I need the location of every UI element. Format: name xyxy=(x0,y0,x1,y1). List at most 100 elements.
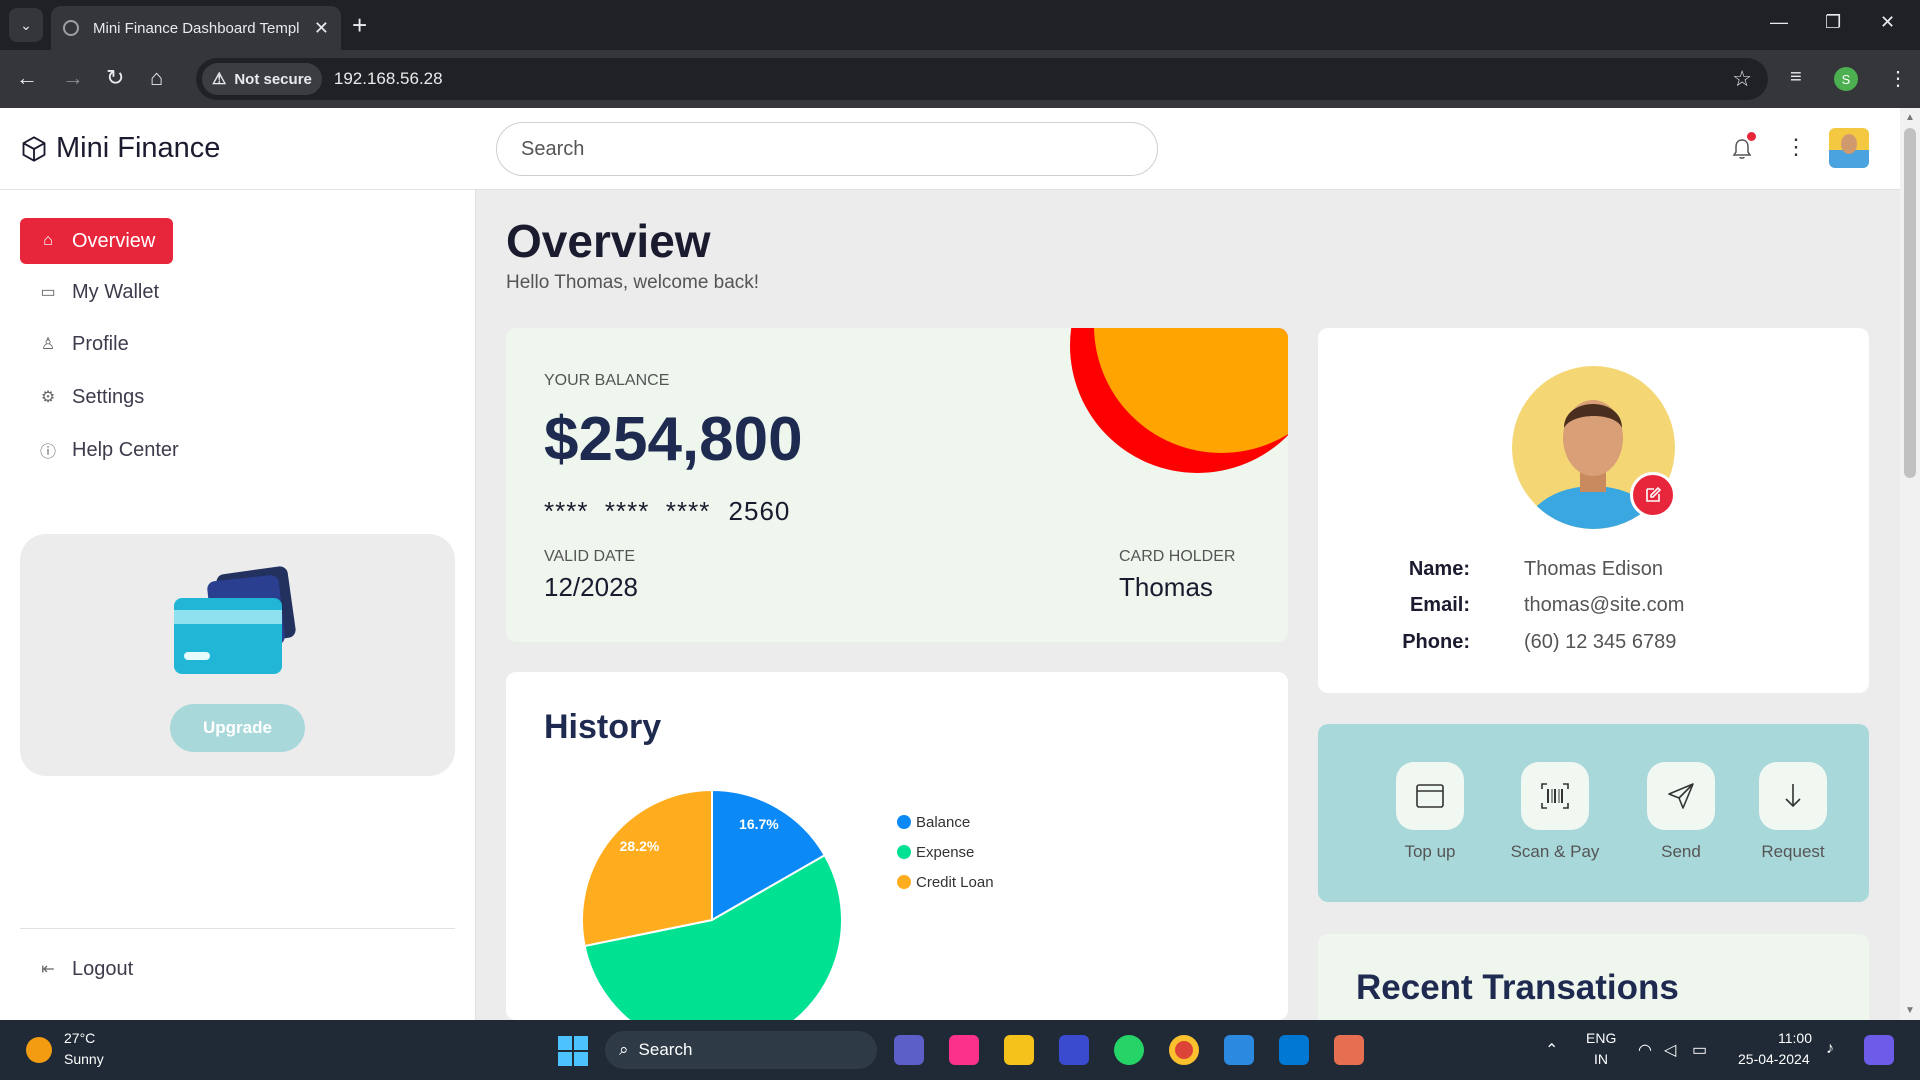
edit-profile-photo-button[interactable] xyxy=(1630,472,1676,518)
profile-card: Name: Thomas Edison Email: thomas@site.c… xyxy=(1318,328,1869,693)
browser-toolbar: ← → ↻ ⌂ ⚠ Not secure 192.168.56.28 ☆ ≡ S… xyxy=(0,50,1920,108)
legend-marker xyxy=(897,815,911,829)
sidebar-item-label: Settings xyxy=(72,385,145,408)
profile-phone-key: Phone: xyxy=(1402,631,1470,653)
security-label: Not secure xyxy=(234,70,312,88)
logout-icon: ⇤ xyxy=(41,961,55,978)
app-logo[interactable]: Mini Finance xyxy=(20,132,220,165)
windows-start-icon[interactable] xyxy=(558,1036,588,1066)
volume-icon[interactable]: ◁ xyxy=(1664,1040,1676,1060)
recent-transactions-title: Recent Transations xyxy=(1356,968,1679,1007)
mathtype-app-icon[interactable] xyxy=(1059,1035,1089,1065)
card-holder-label: CARD HOLDER xyxy=(1119,548,1236,565)
user-avatar[interactable] xyxy=(1829,128,1869,168)
restore-button[interactable]: ❐ xyxy=(1825,12,1841,33)
weather-condition: Sunny xyxy=(64,1051,104,1067)
intellij-app-icon[interactable] xyxy=(949,1035,979,1065)
url-text[interactable]: 192.168.56.28 xyxy=(334,69,443,89)
warning-icon: ⚠ xyxy=(212,71,227,88)
sidebar-item-label: Profile xyxy=(72,332,129,355)
wallet-icon: ▭ xyxy=(40,284,56,301)
reload-icon[interactable]: ↻ xyxy=(106,66,124,90)
file-explorer-icon[interactable] xyxy=(1004,1035,1034,1065)
minimize-button[interactable]: — xyxy=(1770,12,1788,33)
top-up-button[interactable] xyxy=(1396,762,1464,830)
page-scrollbar[interactable]: ▲ ▼ xyxy=(1900,108,1920,1020)
clock-time[interactable]: 11:00 xyxy=(1778,1030,1812,1046)
home-icon[interactable]: ⌂ xyxy=(150,66,163,90)
pie-data-label: 28.2% xyxy=(620,838,660,854)
sidebar-item-settings[interactable]: ⚙ Settings xyxy=(20,374,162,420)
browser-profile-avatar[interactable]: S xyxy=(1834,67,1858,91)
profile-email-value: thomas@site.com xyxy=(1524,594,1685,616)
site-info-button[interactable]: ⚠ Not secure xyxy=(202,63,322,95)
recent-transactions-card: Recent Transations xyxy=(1318,934,1869,1034)
card-icon xyxy=(1416,784,1444,808)
chevron-up-icon[interactable]: ⌃ xyxy=(1545,1040,1558,1060)
address-bar[interactable]: ⚠ Not secure 192.168.56.28 ☆ xyxy=(196,58,1768,100)
scan-pay-button[interactable] xyxy=(1521,762,1589,830)
bookmark-star-icon[interactable]: ☆ xyxy=(1732,66,1752,92)
quick-actions-card: Top up Scan & Pay Send Request xyxy=(1318,724,1869,902)
valid-date-value: 12/2028 xyxy=(544,572,638,602)
upgrade-button[interactable]: Upgrade xyxy=(170,704,305,752)
close-tab-icon[interactable]: ✕ xyxy=(314,18,329,39)
request-button[interactable] xyxy=(1759,762,1827,830)
language-line1[interactable]: ENG xyxy=(1586,1030,1616,1046)
card-last4: 2560 xyxy=(728,496,791,526)
taskbar-search[interactable]: ⌕ Search xyxy=(605,1031,877,1069)
notification-bell-icon[interactable] xyxy=(1732,132,1756,165)
vscode-icon[interactable] xyxy=(1279,1035,1309,1065)
action-send[interactable]: Send xyxy=(1626,762,1736,862)
pie-slice-credit-loan xyxy=(581,788,713,948)
sidebar-item-overview[interactable]: ⌂ Overview xyxy=(20,218,174,264)
logout-button[interactable]: ⇤ Logout xyxy=(20,946,151,992)
send-button[interactable] xyxy=(1647,762,1715,830)
close-window-button[interactable]: ✕ xyxy=(1880,12,1895,33)
scroll-up-icon[interactable]: ▲ xyxy=(1905,112,1915,123)
legend-label[interactable]: Balance xyxy=(916,814,970,831)
valid-date-label: VALID DATE xyxy=(544,548,635,565)
legend-label[interactable]: Credit Loan xyxy=(916,874,994,891)
notifications-bell-icon[interactable]: ♪ xyxy=(1826,1040,1834,1058)
tab-search-button[interactable]: ⌄ xyxy=(9,8,43,42)
search-input[interactable] xyxy=(496,122,1158,176)
action-scan-pay[interactable]: Scan & Pay xyxy=(1500,762,1610,862)
sidebar-item-help-center[interactable]: ⓘ Help Center xyxy=(20,427,197,473)
back-icon[interactable]: ← xyxy=(16,66,38,90)
chrome-icon[interactable] xyxy=(1169,1035,1199,1065)
browser-menu-icon[interactable]: ⋮ xyxy=(1888,66,1908,91)
new-tab-button[interactable]: + xyxy=(352,10,367,40)
battery-icon[interactable]: ▭ xyxy=(1692,1040,1707,1060)
browser-tab-bar: ⌄ Mini Finance Dashboard Templ ✕ + — ❐ ✕ xyxy=(0,0,1920,50)
sidebar-item-profile[interactable]: ♙ Profile xyxy=(20,321,147,367)
scroll-down-icon[interactable]: ▼ xyxy=(1905,1005,1915,1016)
temperature: 27°C xyxy=(64,1030,96,1046)
action-top-up[interactable]: Top up xyxy=(1375,762,1485,862)
upgrade-promo-card: Upgrade xyxy=(20,534,455,776)
media-control-icon[interactable]: ≡ xyxy=(1790,66,1802,89)
wifi-icon[interactable]: ◠ xyxy=(1638,1040,1652,1060)
sidebar-item-my-wallet[interactable]: ▭ My Wallet xyxy=(20,269,177,315)
copilot-icon[interactable] xyxy=(1864,1035,1894,1065)
git-app-icon[interactable] xyxy=(1334,1035,1364,1065)
browser-tab[interactable]: Mini Finance Dashboard Templ ✕ xyxy=(51,6,341,50)
whatsapp-icon[interactable] xyxy=(1114,1035,1144,1065)
arrow-down-icon xyxy=(1785,784,1801,808)
send-icon xyxy=(1668,783,1694,809)
action-request[interactable]: Request xyxy=(1738,762,1848,862)
windows-taskbar: 27°C Sunny ⌕ Search ⌃ ENG IN ◠ ◁ ▭ 11:00… xyxy=(0,1020,1920,1080)
sidebar-item-label: My Wallet xyxy=(72,280,160,303)
card-holder-value: Thomas xyxy=(1119,572,1213,602)
more-options-icon[interactable]: ⋮ xyxy=(1785,136,1807,158)
weather-sun-icon[interactable] xyxy=(26,1037,52,1063)
legend-label[interactable]: Expense xyxy=(916,844,974,861)
clock-date[interactable]: 25-04-2024 xyxy=(1738,1051,1810,1067)
globe-icon xyxy=(63,20,79,36)
tab-title: Mini Finance Dashboard Templ xyxy=(93,19,300,37)
notepad-icon[interactable] xyxy=(1224,1035,1254,1065)
forward-icon[interactable]: → xyxy=(62,66,84,90)
language-line2[interactable]: IN xyxy=(1594,1051,1608,1067)
meet-app-icon[interactable] xyxy=(894,1035,924,1065)
scrollbar-thumb[interactable] xyxy=(1904,128,1916,478)
